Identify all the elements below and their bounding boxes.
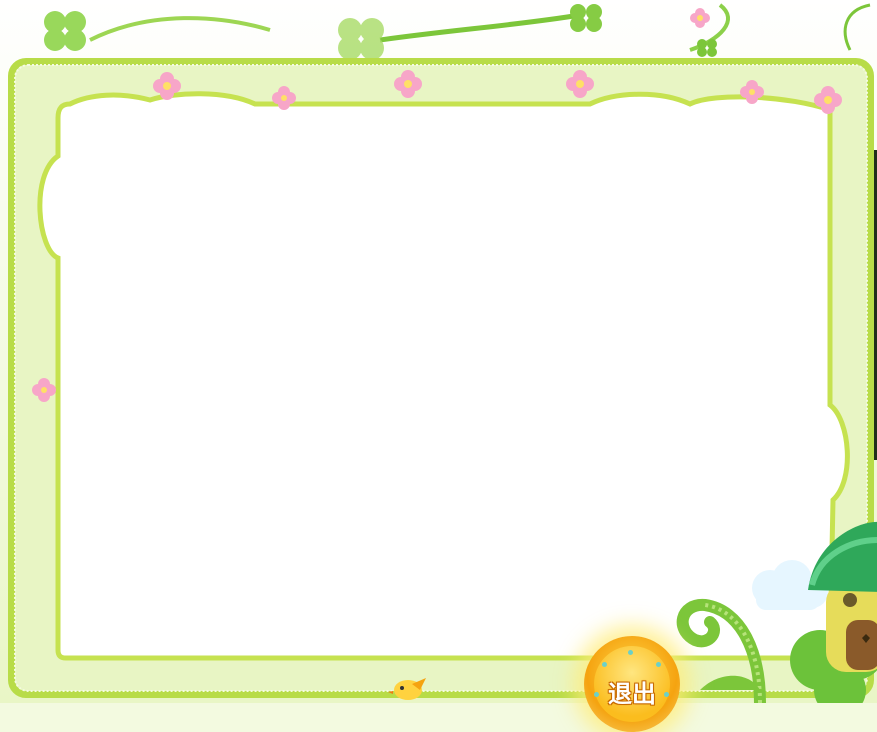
exit-button-label: 退出 — [608, 680, 656, 708]
exit-button[interactable]: 退出 — [584, 636, 680, 732]
coin-stud — [628, 650, 633, 655]
coin-stud — [656, 662, 661, 667]
coin-stud — [602, 662, 607, 667]
content-panel — [32, 8, 850, 661]
